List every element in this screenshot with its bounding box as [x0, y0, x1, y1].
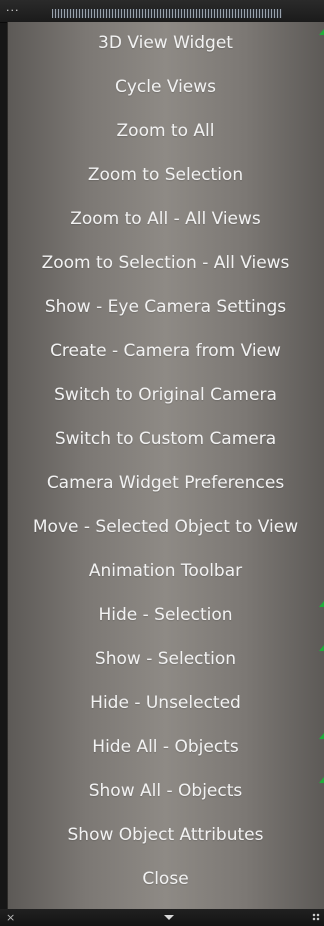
menu-item-zoom-to-selection[interactable]: Zoom to Selection [7, 154, 324, 196]
menu-item-label: Create - Camera from View [50, 341, 281, 361]
menu-list: 3D View Widget Cycle Views Zoom to All Z… [7, 22, 324, 909]
close-icon[interactable]: × [6, 911, 15, 924]
menu-item-label: 3D View Widget [98, 33, 233, 53]
dots-icon[interactable]: ... [6, 2, 20, 13]
check-icon [319, 777, 324, 783]
menu-item-label: Hide - Selection [98, 605, 233, 625]
menu-item-hide-selection[interactable]: Hide - Selection [7, 594, 324, 636]
menu-item-label: Cycle Views [114, 77, 217, 97]
menu-item-hide-unselected[interactable]: Hide - Unselected [7, 682, 324, 724]
menu-item-show-eye-camera-settings[interactable]: Show - Eye Camera Settings [7, 286, 324, 328]
menu-item-label: Move - Selected Object to View [32, 517, 299, 537]
menu-item-label: Zoom to Selection - All Views [41, 253, 290, 273]
menu-item-zoom-to-selection-all-views[interactable]: Zoom to Selection - All Views [7, 242, 324, 284]
menu-item-cycle-views[interactable]: Cycle Views [7, 66, 324, 108]
menu-item-close[interactable]: Close [7, 858, 324, 900]
menu-item-zoom-to-all[interactable]: Zoom to All [7, 110, 324, 152]
menu-item-3d-view-widget[interactable]: 3D View Widget [7, 22, 324, 64]
menu-item-label: Switch to Original Camera [54, 385, 277, 405]
check-icon [319, 601, 324, 607]
menu-item-label: Show All - Objects [88, 781, 243, 801]
resize-grip-icon[interactable] [312, 913, 320, 921]
menu-item-label: Zoom to All [116, 121, 215, 141]
bottom-bar: × [0, 909, 324, 926]
menu-item-create-camera-from-view[interactable]: Create - Camera from View [7, 330, 324, 372]
menu-item-label: Show Object Attributes [67, 825, 264, 845]
menu-item-show-all-objects[interactable]: Show All - Objects [7, 770, 324, 812]
menu-item-label: Zoom to All - All Views [70, 209, 261, 229]
menu-item-label: Animation Toolbar [88, 561, 243, 581]
menu-item-zoom-to-all-all-views[interactable]: Zoom to All - All Views [7, 198, 324, 240]
menu-panel: ... 3D View Widget Cycle Views Zoom to A… [0, 0, 324, 926]
menu-item-label: Show - Selection [94, 649, 237, 669]
menu-item-move-selected-object-to-view[interactable]: Move - Selected Object to View [7, 506, 324, 548]
menu-item-animation-toolbar[interactable]: Animation Toolbar [7, 550, 324, 592]
menu-item-label: Hide - Unselected [90, 693, 241, 713]
check-icon [319, 645, 324, 651]
menu-item-label: Show - Eye Camera Settings [44, 297, 287, 317]
menu-item-label: Camera Widget Preferences [46, 473, 285, 493]
menu-item-label: Switch to Custom Camera [54, 429, 277, 449]
menu-item-label: Close [142, 869, 189, 889]
menu-item-camera-widget-preferences[interactable]: Camera Widget Preferences [7, 462, 324, 504]
menu-item-show-selection[interactable]: Show - Selection [7, 638, 324, 680]
menu-item-label: Hide All - Objects [92, 737, 239, 757]
menu-item-label: Zoom to Selection [87, 165, 244, 185]
menu-item-hide-all-objects[interactable]: Hide All - Objects [7, 726, 324, 768]
chevron-down-icon[interactable] [164, 915, 174, 920]
title-bar[interactable]: ... [0, 0, 324, 23]
menu-item-switch-original-camera[interactable]: Switch to Original Camera [7, 374, 324, 416]
menu-item-switch-custom-camera[interactable]: Switch to Custom Camera [7, 418, 324, 460]
check-icon [319, 29, 324, 35]
drag-grip-icon[interactable] [52, 9, 282, 18]
check-icon [319, 733, 324, 739]
menu-item-show-object-attributes[interactable]: Show Object Attributes [7, 814, 324, 856]
